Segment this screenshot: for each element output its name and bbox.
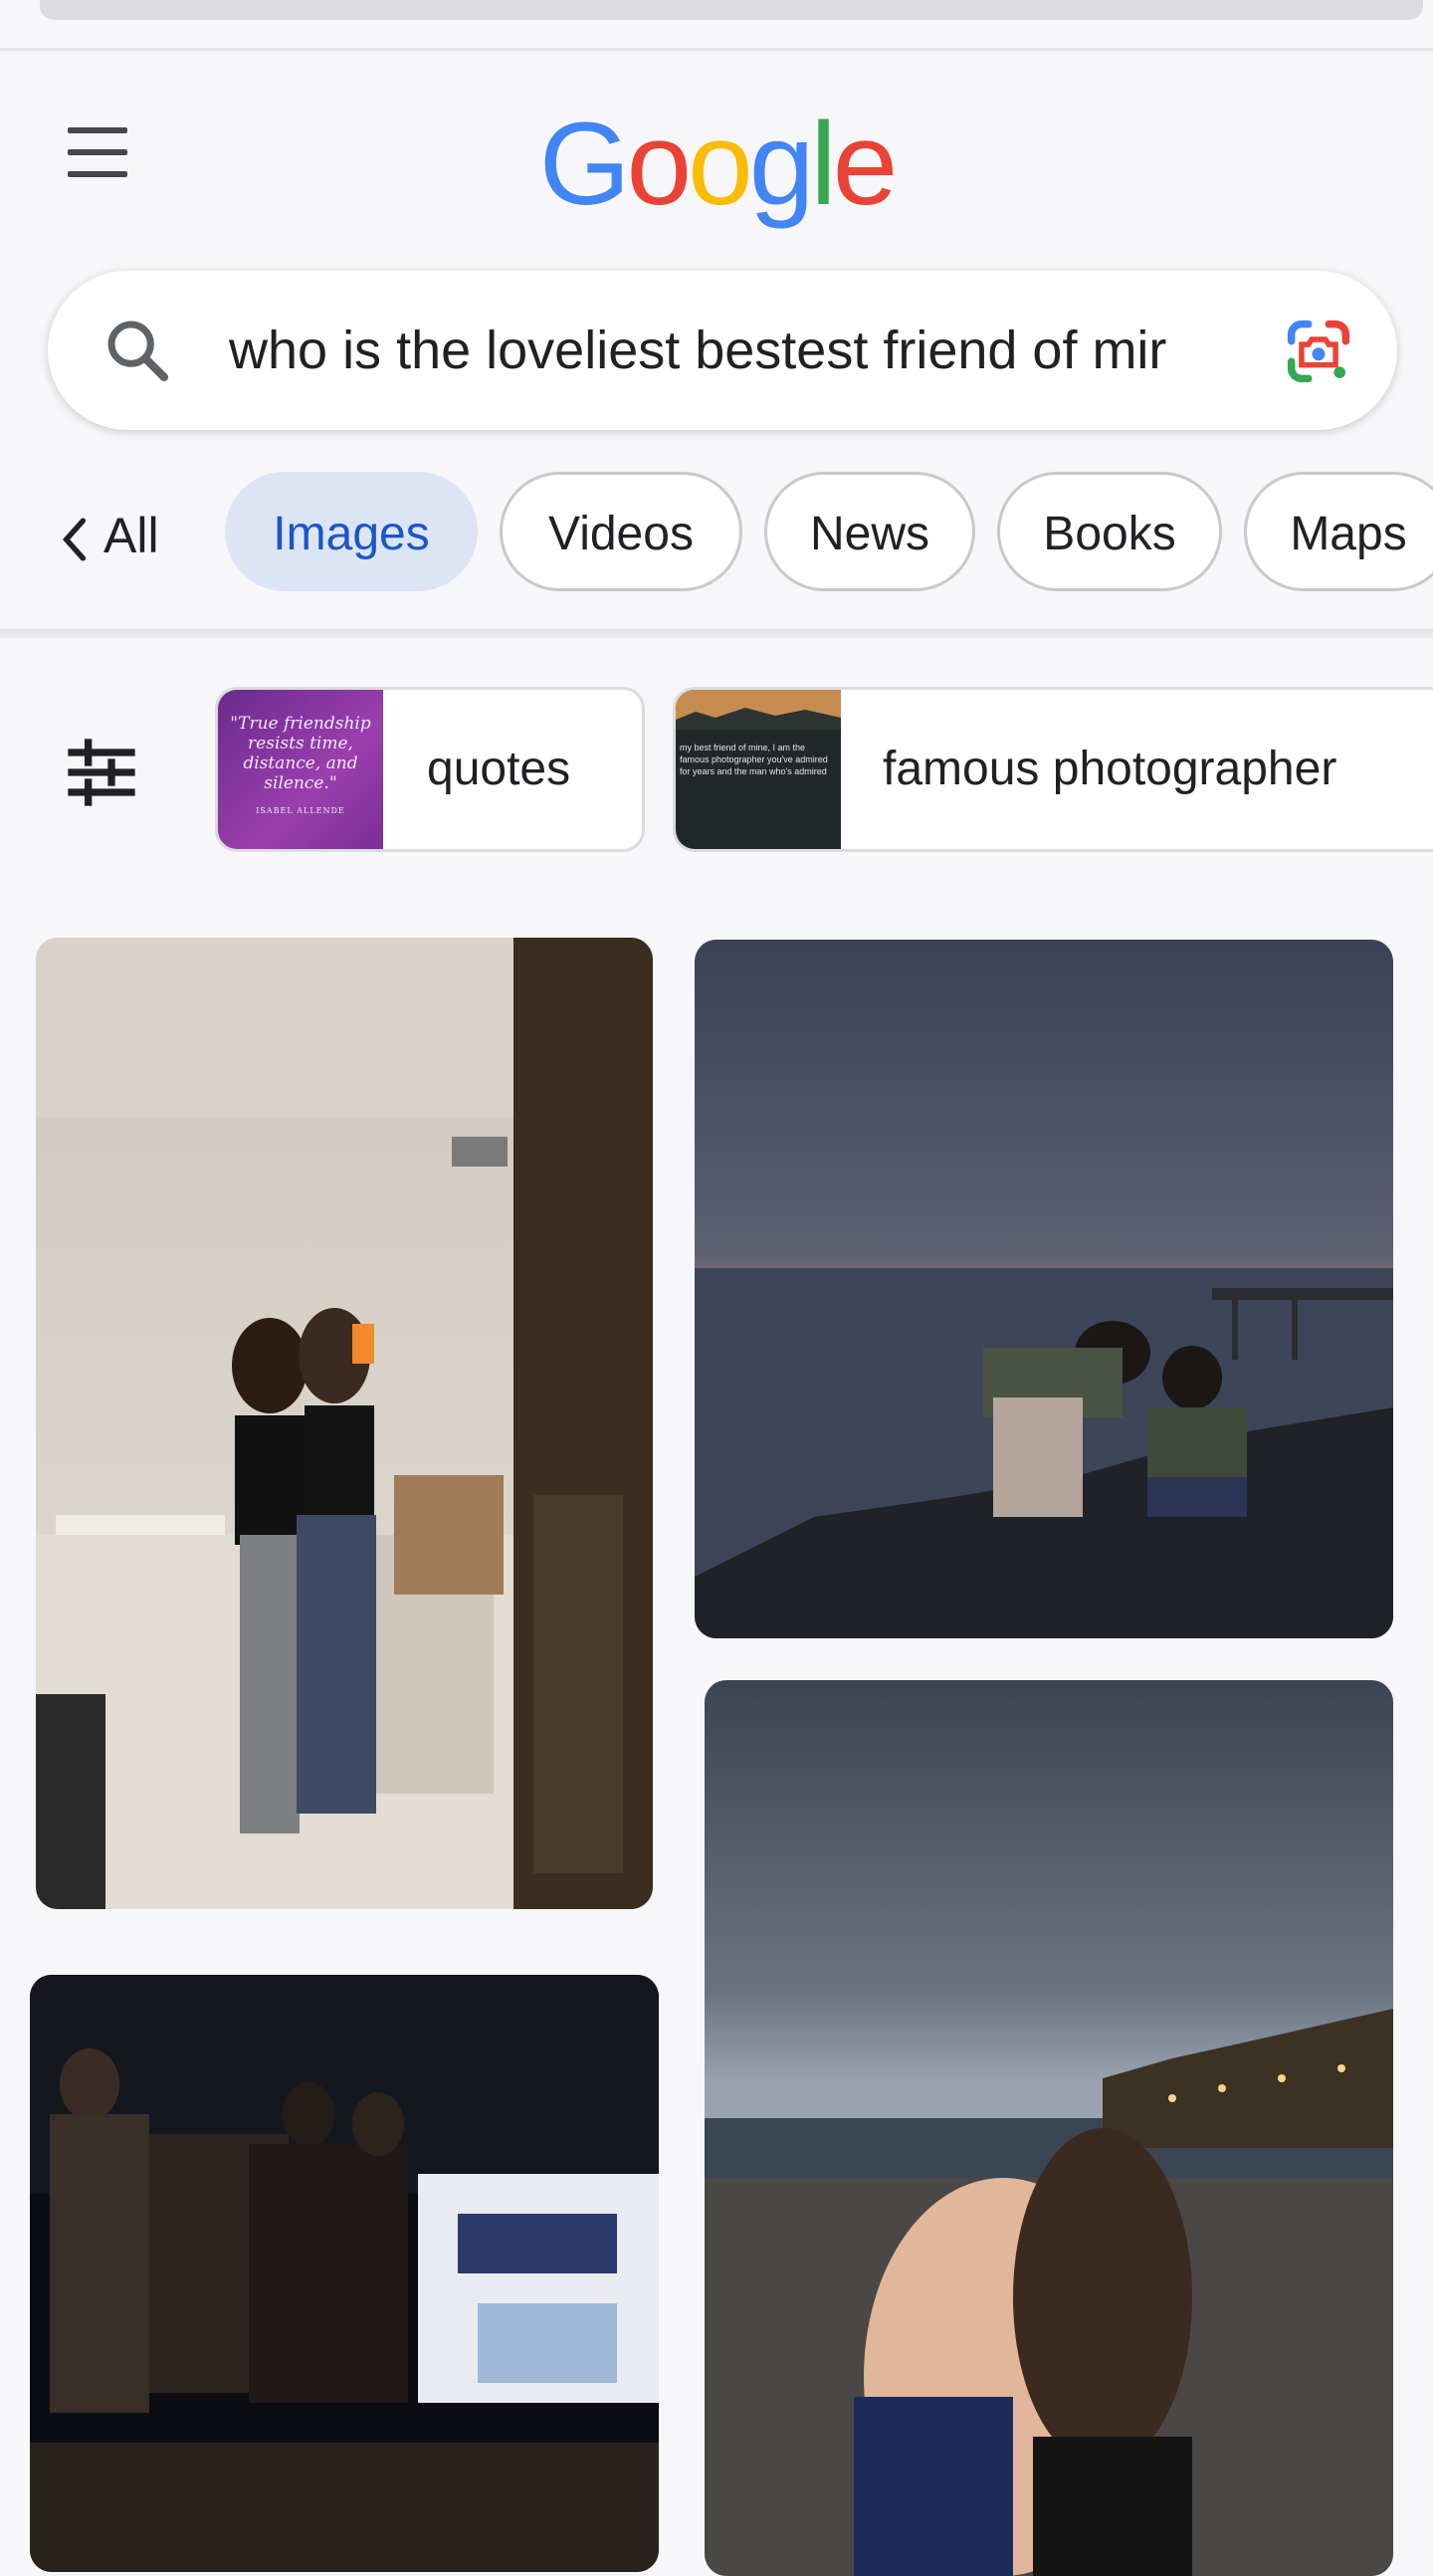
tab-label: All <box>103 508 159 563</box>
search-icon[interactable] <box>100 313 175 388</box>
search-tabs: All Images Videos News Books Maps <box>0 468 1433 607</box>
search-bar[interactable]: who is the loveliest bestest friend of m… <box>48 271 1397 430</box>
chevron-left-icon <box>62 518 87 561</box>
tab-all[interactable]: All <box>60 496 159 575</box>
suggestion-thumbnail: "True friendship resists time, distance,… <box>218 690 383 849</box>
tab-label: Maps <box>1290 508 1407 560</box>
image-seaside-rocks <box>695 940 1393 1638</box>
suggestion-famous-photographer[interactable]: my best friend of mine, I am the famous … <box>673 687 1433 852</box>
tab-news[interactable]: News <box>764 472 975 591</box>
thumbnail-quote-author: ISABEL ALLENDE <box>256 806 345 815</box>
suggestion-label: quotes <box>427 743 571 795</box>
image-beach-hug <box>705 1680 1393 2576</box>
thumbnail-quote-text: "True friendship resists time, distance,… <box>230 714 371 793</box>
top-bar-strip <box>40 0 1423 20</box>
logo-letter: g <box>748 99 815 230</box>
image-result-beach-hug[interactable] <box>705 1680 1393 2576</box>
suggestion-quotes[interactable]: "True friendship resists time, distance,… <box>215 687 645 852</box>
image-night-street <box>30 1975 659 2572</box>
tab-videos[interactable]: Videos <box>500 472 742 591</box>
tab-maps[interactable]: Maps <box>1244 472 1433 591</box>
tune-icon[interactable] <box>62 733 141 812</box>
tab-label: Books <box>1043 508 1176 560</box>
suggestion-label: famous photographer <box>883 743 1337 795</box>
image-result-night-street[interactable] <box>30 1975 659 2572</box>
tab-books[interactable]: Books <box>997 472 1222 591</box>
image-result-mirror-selfie[interactable] <box>36 938 653 1909</box>
google-logo[interactable]: Google <box>0 100 1433 229</box>
google-lens-icon[interactable] <box>1278 311 1359 392</box>
logo-letter: e <box>832 99 899 230</box>
tabs-divider <box>0 629 1433 639</box>
tab-label: News <box>809 508 930 560</box>
tab-label: Videos <box>548 508 694 560</box>
logo-letter: l <box>810 99 836 230</box>
thumbnail-caption: my best friend of mine, I am the famous … <box>680 743 828 781</box>
image-mirror-selfie <box>36 938 653 1909</box>
header-divider <box>0 48 1433 51</box>
image-result-seaside-rocks[interactable] <box>695 940 1393 1638</box>
tab-label: Images <box>273 508 430 560</box>
tab-images[interactable]: Images <box>225 472 478 591</box>
logo-letter: o <box>626 99 693 230</box>
search-input[interactable]: who is the loveliest bestest friend of m… <box>229 317 1274 384</box>
logo-letter: o <box>688 99 753 230</box>
logo-letter: G <box>538 99 631 230</box>
